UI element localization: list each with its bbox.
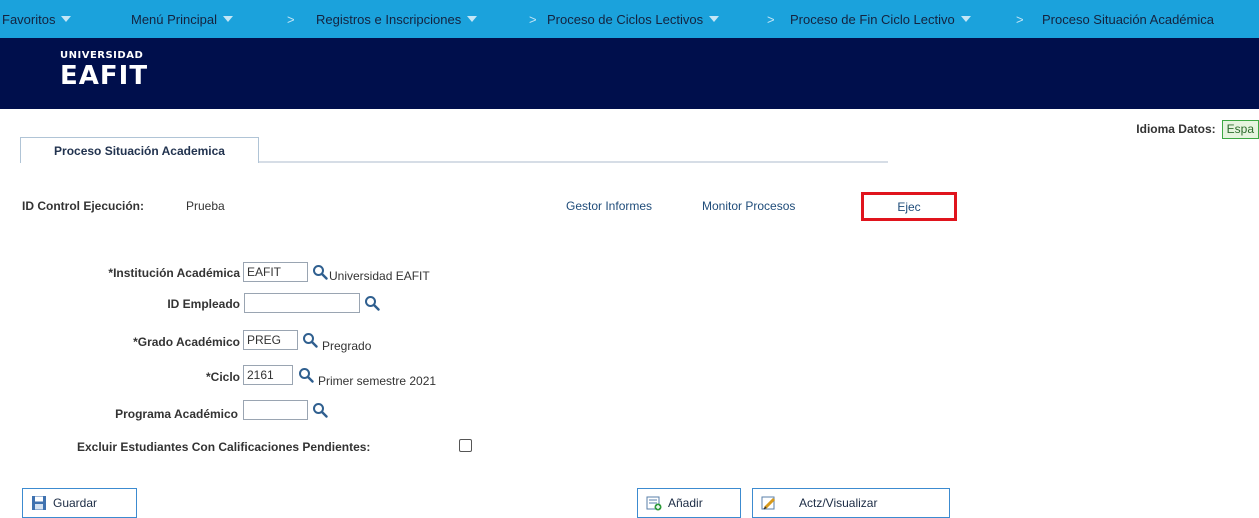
nav-menu-principal[interactable]: Menú Principal	[131, 0, 233, 38]
monitor-procesos-link[interactable]: Monitor Procesos	[702, 199, 795, 213]
breadcrumb-separator: >	[287, 11, 295, 27]
anadir-button[interactable]: Añadir	[637, 488, 741, 518]
run-control-label: ID Control Ejecución:	[22, 199, 145, 213]
anadir-label: Añadir	[668, 496, 703, 510]
nav-proceso-ciclos-label: Proceso de Ciclos Lectivos	[547, 11, 704, 27]
ciclo-description: Primer semestre 2021	[318, 374, 437, 388]
nav-favoritos-label: Favoritos	[2, 11, 56, 27]
programa-label: Programa Académico	[115, 407, 238, 421]
breadcrumb-separator: >	[529, 11, 537, 27]
institucion-description: Universidad EAFIT	[329, 269, 430, 283]
search-icon[interactable]	[298, 367, 314, 383]
chevron-down-icon	[223, 16, 233, 22]
breadcrumb-separator: >	[767, 11, 775, 27]
ejec-button[interactable]: Ejec	[861, 192, 957, 221]
chevron-down-icon	[61, 16, 72, 22]
ciclo-input[interactable]: 2161	[243, 365, 293, 385]
institucion-label: *Institución Académica	[108, 266, 240, 280]
excluir-label: Excluir Estudiantes Con Calificaciones P…	[77, 440, 371, 454]
nav-proceso-situacion[interactable]: Proceso Situación Académica	[1042, 0, 1214, 38]
empleado-label: ID Empleado	[167, 297, 240, 311]
institucion-input[interactable]: EAFIT	[243, 262, 308, 282]
tab-proceso-situacion[interactable]: Proceso Situación Academica	[20, 137, 259, 163]
add-icon	[646, 496, 662, 511]
logo-main-text: EAFIT	[60, 61, 149, 91]
ciclo-label: *Ciclo	[205, 370, 240, 384]
excluir-checkbox[interactable]	[459, 439, 472, 452]
grado-input[interactable]: PREG	[243, 330, 298, 350]
header-banner: UNIVERSIDAD EAFIT	[0, 38, 1259, 109]
page-tab-bar: Proceso Situación Academica	[20, 137, 888, 163]
nav-registros-label: Registros e Inscripciones	[316, 11, 462, 27]
gestor-informes-link[interactable]: Gestor Informes	[566, 199, 652, 213]
actz-visualizar-label: Actz/Visualizar	[799, 496, 878, 510]
search-icon[interactable]	[312, 264, 328, 280]
edit-icon	[761, 496, 776, 510]
nav-proceso-ciclos[interactable]: Proceso de Ciclos Lectivos	[547, 0, 720, 38]
actz-visualizar-button[interactable]: Actz/Visualizar	[752, 488, 950, 518]
chevron-down-icon	[960, 16, 971, 22]
data-language-select[interactable]: Espa	[1221, 119, 1259, 139]
university-logo: UNIVERSIDAD EAFIT	[60, 50, 148, 90]
run-control-value: Prueba	[186, 199, 225, 213]
data-language: Idioma Datos: Espa	[1136, 119, 1259, 139]
nav-proceso-fin-label: Proceso de Fin Ciclo Lectivo	[790, 11, 955, 27]
nav-favoritos[interactable]: Favoritos	[2, 0, 72, 38]
search-icon[interactable]	[364, 295, 380, 311]
top-nav-bar: Favoritos Menú Principal > Registros e I…	[0, 0, 1259, 38]
chevron-down-icon	[467, 16, 478, 22]
guardar-label: Guardar	[53, 496, 98, 510]
programa-input[interactable]	[243, 400, 308, 420]
breadcrumb-separator: >	[1016, 11, 1024, 27]
nav-menu-principal-label: Menú Principal	[131, 11, 217, 27]
grado-description: Pregrado	[322, 339, 372, 353]
grado-label: *Grado Académico	[133, 335, 240, 349]
empleado-input[interactable]	[244, 293, 360, 313]
data-language-label: Idioma Datos:	[1136, 122, 1216, 136]
nav-proceso-situacion-label: Proceso Situación Académica	[1042, 11, 1214, 27]
search-icon[interactable]	[302, 332, 318, 348]
guardar-button[interactable]: Guardar	[22, 488, 137, 518]
nav-proceso-fin[interactable]: Proceso de Fin Ciclo Lectivo	[790, 0, 971, 38]
chevron-down-icon	[709, 16, 720, 22]
save-icon	[32, 496, 46, 510]
search-icon[interactable]	[312, 402, 328, 418]
nav-registros[interactable]: Registros e Inscripciones	[316, 0, 478, 38]
